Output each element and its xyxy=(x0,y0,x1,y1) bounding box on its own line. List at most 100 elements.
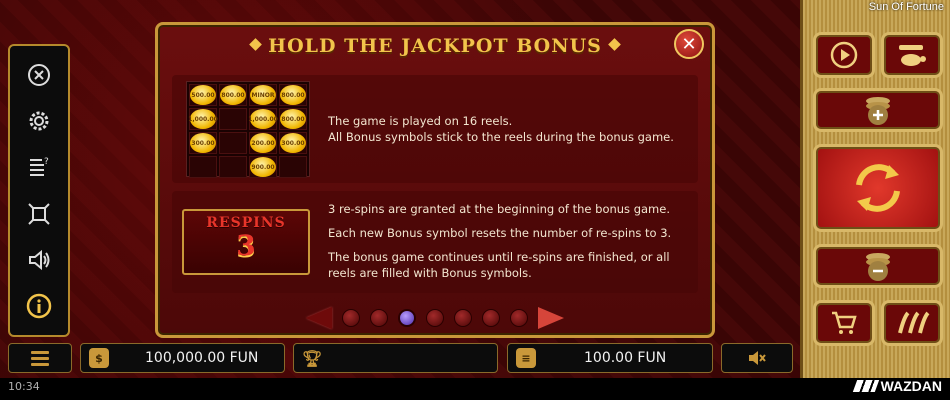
chili-icon xyxy=(898,311,930,334)
info-icon xyxy=(26,293,52,319)
reel-cell: MINOR xyxy=(249,84,277,106)
modal-title-text: HOLD THE JACKPOT BONUS xyxy=(268,35,602,57)
bonus-coin: 200.00 xyxy=(250,133,276,153)
play-icon xyxy=(830,41,858,69)
page-dot[interactable] xyxy=(482,309,500,327)
main-menu-button[interactable] xyxy=(8,343,72,373)
page-dots xyxy=(342,309,528,327)
bonus-coin: MINOR xyxy=(250,85,276,105)
bet-value: 100.00 FUN xyxy=(584,350,667,366)
balance-display: $ 100,000.00 FUN xyxy=(80,343,285,373)
spin-button[interactable] xyxy=(813,144,943,232)
title-ornament-right xyxy=(607,38,621,51)
reel-cell: 800.00 xyxy=(219,84,247,106)
mute-button[interactable] xyxy=(721,343,793,373)
bonus-coin: 300.00 xyxy=(280,133,306,153)
reel-cell: 300.00 xyxy=(279,132,307,154)
reel-cell xyxy=(219,156,247,178)
reel-cell xyxy=(189,156,217,178)
bonus-text-line: All Bonus symbols stick to the reels dur… xyxy=(328,130,674,144)
mute-icon xyxy=(749,351,766,365)
bet-decrease-button[interactable] xyxy=(813,244,943,288)
page-dot[interactable] xyxy=(342,309,360,327)
reel-cell: 900.00 xyxy=(249,156,277,178)
wazdan-logo-icon xyxy=(852,380,879,392)
page-dot[interactable] xyxy=(370,309,388,327)
win-display: 🏆︎ xyxy=(293,343,498,373)
info-modal: HOLD THE JACKPOT BONUS ✕ 500.00 800.00 MIN… xyxy=(155,22,715,338)
volatility-button[interactable] xyxy=(881,300,943,346)
turtle-icon xyxy=(899,45,926,66)
reel-cell xyxy=(219,132,247,154)
bonus-text: The game is played on 16 reels. All Bonu… xyxy=(328,113,674,145)
left-menu: ? xyxy=(8,44,70,337)
reel-cell: 800.00 xyxy=(279,84,307,106)
autoplay-button[interactable] xyxy=(813,32,875,78)
bonus-coin: 800.00 xyxy=(280,85,306,105)
fullscreen-icon xyxy=(28,202,50,225)
reel-cell xyxy=(219,108,247,130)
reel-cell xyxy=(279,156,307,178)
buy-button[interactable] xyxy=(813,300,875,346)
reel-cell: 500.00 xyxy=(189,84,217,106)
bonus-coin: 800.00 xyxy=(280,109,306,129)
reel-cell: 1,000.00 xyxy=(188,108,218,130)
modal-title: HOLD THE JACKPOT BONUS xyxy=(158,35,712,63)
close-menu-button[interactable] xyxy=(21,57,57,93)
bonus-info-panel: 500.00 800.00 MINOR 800.00 1,000.00 1,000.00 8… xyxy=(172,75,698,183)
page-dot[interactable] xyxy=(454,309,472,327)
settings-button[interactable] xyxy=(21,103,57,139)
prev-page-arrow[interactable] xyxy=(306,307,332,329)
sound-button[interactable] xyxy=(21,242,57,278)
info-button[interactable] xyxy=(21,288,57,324)
respins-text-line: Each new Bonus symbol resets the number … xyxy=(328,226,672,240)
page-dot[interactable] xyxy=(510,309,528,327)
title-ornament-left xyxy=(249,38,263,51)
bottom-bar: $ 100,000.00 FUN 🏆︎ ≡ 100.00 FUN xyxy=(0,343,800,375)
spin-icon xyxy=(856,164,900,212)
page-dot[interactable] xyxy=(426,309,444,327)
cart-icon xyxy=(832,311,857,334)
game-title: Sun Of Fortune xyxy=(868,1,944,13)
respins-text-line: 3 re-spins are granted at the beginning … xyxy=(328,202,670,216)
paytable-icon: ? xyxy=(30,157,49,177)
close-icon xyxy=(28,64,50,87)
respins-info-panel: RESPINS 3 3 re-spins are granted at the … xyxy=(172,191,698,293)
reel-cell: 800.00 xyxy=(279,108,307,130)
respins-text-line: The bonus game continues until re-spins … xyxy=(328,250,670,280)
reel-cell: 1,000.00 xyxy=(248,108,278,130)
brand-name: WAZDAN xyxy=(880,378,942,394)
bonus-coin: 300.00 xyxy=(190,133,216,153)
fullscreen-button[interactable] xyxy=(21,196,57,232)
reel-cell: 200.00 xyxy=(249,132,277,154)
bonus-coin: 1,000.00 xyxy=(188,109,218,129)
trophy-icon: 🏆︎ xyxy=(301,348,323,368)
respins-badge: RESPINS 3 xyxy=(182,209,310,275)
bonus-coin: 1,000.00 xyxy=(248,109,278,129)
coins-icon: ≡ xyxy=(516,348,536,368)
modal-close-button[interactable]: ✕ xyxy=(674,29,704,59)
bet-display[interactable]: ≡ 100.00 FUN xyxy=(507,343,713,373)
page-navigation xyxy=(158,305,712,331)
menu-icon xyxy=(31,351,49,366)
bonus-coin: 500.00 xyxy=(190,85,216,105)
right-control-panel: Sun Of Fortune xyxy=(800,0,950,378)
next-page-arrow[interactable] xyxy=(538,307,564,329)
reel-cell: 300.00 xyxy=(189,132,217,154)
clock: 10:34 xyxy=(8,380,40,393)
brand-logo: WAZDAN xyxy=(852,378,942,394)
coins-plus-icon xyxy=(866,97,890,125)
bet-increase-button[interactable] xyxy=(813,88,943,132)
coins-minus-icon xyxy=(866,253,890,281)
balance-value: 100,000.00 FUN xyxy=(145,350,259,366)
turbo-button[interactable] xyxy=(881,32,943,78)
money-bag-icon: $ xyxy=(89,348,109,368)
paytable-button[interactable]: ? xyxy=(21,149,57,185)
bonus-coin: 800.00 xyxy=(220,85,246,105)
respins-text: 3 re-spins are granted at the beginning … xyxy=(328,201,698,289)
svg-text:?: ? xyxy=(44,157,49,167)
bonus-coin: 900.00 xyxy=(250,157,276,177)
bonus-text-line: The game is played on 16 reels. xyxy=(328,114,513,128)
reel-grid: 500.00 800.00 MINOR 800.00 1,000.00 1,000.00 8… xyxy=(186,81,310,178)
page-dot[interactable] xyxy=(398,309,416,327)
